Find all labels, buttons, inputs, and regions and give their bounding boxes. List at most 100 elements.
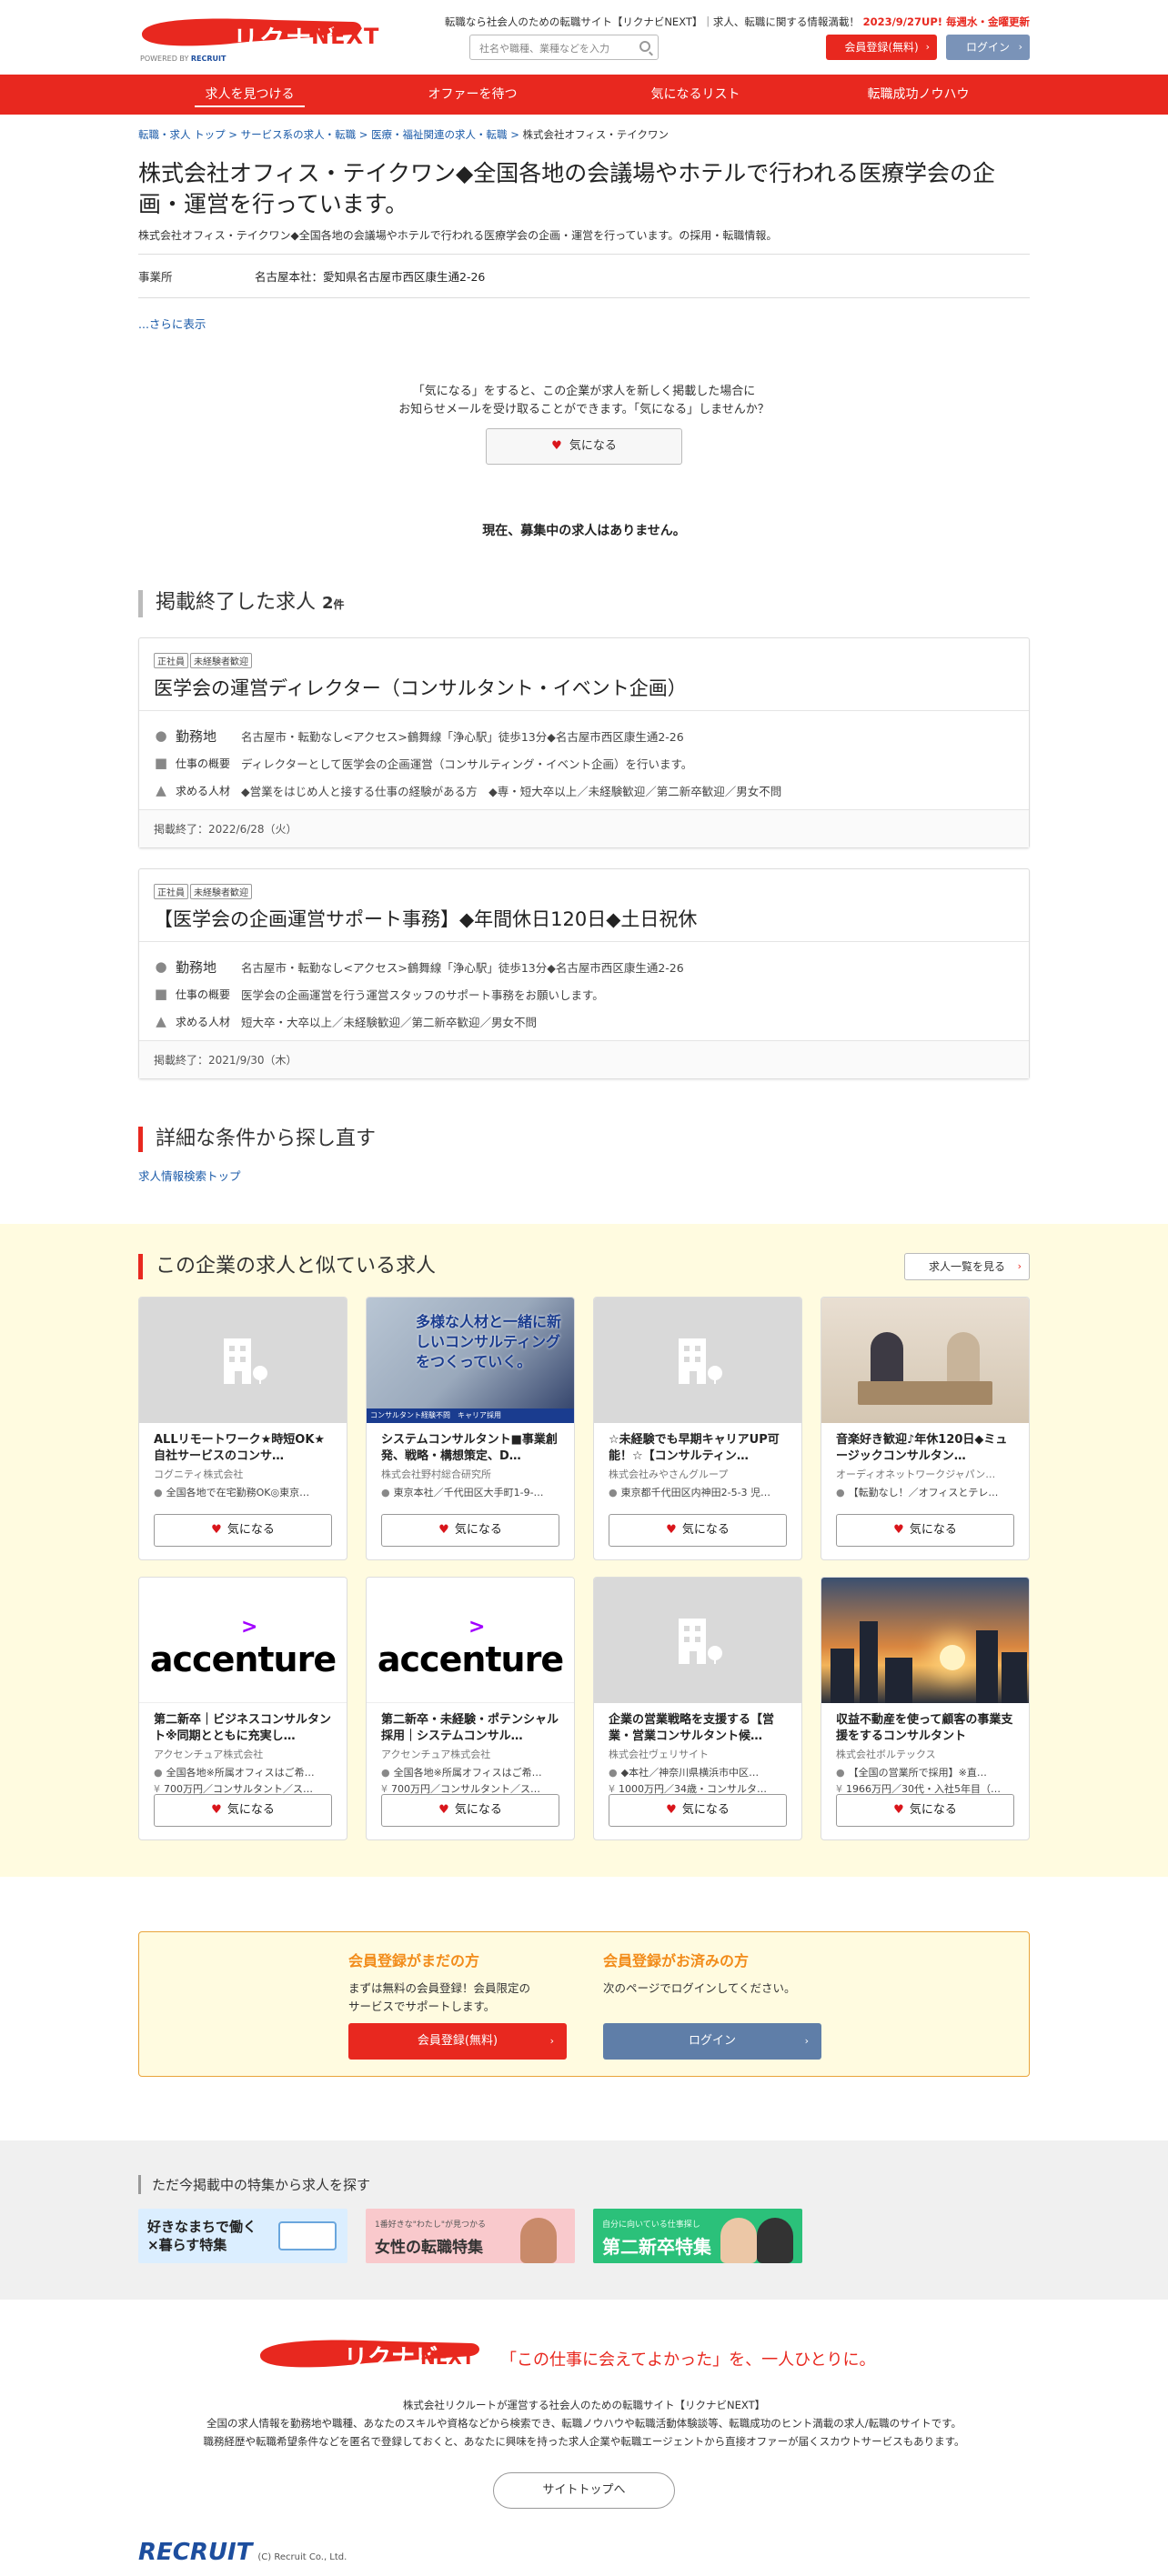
job-summary: ディレクターとして医学会の企画運営（コンサルティング・イベント企画）を行います。 [241, 757, 693, 771]
detail-search-heading: 詳細な条件から探し直す [138, 1127, 1030, 1152]
job-require-row: ▲ 求める人材 短大卒・大卒以上／未経験歓迎／第二新卒歓迎／男女不問 [154, 1007, 1014, 1035]
ended-job-card[interactable]: 正社員 未経験者歓迎 医学会の運営ディレクター（コンサルタント・イベント企画） ●… [138, 637, 1030, 848]
card-favorite-button[interactable]: ♥ 気になる [381, 1514, 559, 1547]
similar-job-card[interactable]: > accenture 第二新卒・未経験・ポテンシャル採用｜システムコンサル… ア… [366, 1577, 575, 1840]
card-title[interactable]: 第二新卒・未経験・ポテンシャル採用｜システムコンサル… [367, 1703, 574, 1745]
heart-icon: ♥ [893, 1803, 904, 1817]
favorite-button[interactable]: ♥ 気になる [486, 428, 682, 465]
heart-icon: ♥ [893, 1523, 904, 1537]
card-title[interactable]: 第二新卒｜ビジネスコンサルタント※同期とともに充実し… [139, 1703, 347, 1745]
card-location: ● 全国各地※所属オフィスはご希… [139, 1761, 347, 1781]
similar-job-card[interactable]: 企業の営業戦略を支援する【営業・営業コンサルタント候… 株式会社ヴェリサイト ●… [593, 1577, 802, 1840]
favorite-note-line2: お知らせメールを受け取ることができます。「気になる」しませんか？ [398, 403, 770, 416]
search-icon[interactable] [639, 41, 650, 52]
breadcrumb-item[interactable]: サービス系の求人・転職 [241, 128, 357, 141]
similar-job-card[interactable]: 多様な人材と一緒に新しいコンサルティングをつくっていく。 コンサルタント経験不問… [366, 1297, 575, 1560]
job-title[interactable]: 医学会の運営ディレクター（コンサルタント・イベント企画） [154, 674, 1014, 701]
job-title[interactable]: 【医学会の企画運営サポート事務】◆年間休日120日◆土日祝休 [154, 905, 1014, 932]
card-favorite-button[interactable]: ♥ 気になる [154, 1514, 332, 1547]
job-tag: 正社員 [154, 653, 188, 668]
ended-heading-text: 掲載終了した求人 [156, 591, 317, 614]
person-photo [520, 2218, 557, 2263]
ended-job-card[interactable]: 正社員 未経験者歓迎 【医学会の企画運営サポート事務】◆年間休日120日◆土日祝休… [138, 868, 1030, 1079]
main-content: 転職・求人 トップ > サービス系の求人・転職 > 医療・福祉関連の求人・転職 … [138, 127, 1030, 1184]
notice-highlight: 2023/9/27UP! 毎週水・金曜更新 [862, 15, 1030, 28]
card-thumbnail: 多様な人材と一緒に新しいコンサルティングをつくっていく。 コンサルタント経験不問… [367, 1298, 574, 1423]
building-icon [679, 1338, 722, 1384]
card-location: ● 全国各地※所属オフィスはご希… [367, 1761, 574, 1781]
similar-heading: この企業の求人と似ている求人 [138, 1254, 436, 1279]
breadcrumb-item[interactable]: 転職・求人 トップ [138, 128, 226, 141]
card-title[interactable]: システムコンサルタント■事業創発、戦略・構想策定、D… [367, 1423, 574, 1465]
feature-heading: ただ今掲載中の特集から求人を探す [138, 2175, 1030, 2194]
job-require: ◆営業をはじめ人と接する仕事の経験がある方 ◆専・短大卒以上／未経験歓迎／第二新… [241, 784, 782, 798]
similar-job-card[interactable]: 収益不動産を使って顧客の事業支援をするコンサルタント 株式会社ボルテックス ● 【… [821, 1577, 1030, 1840]
header: リクナビ NEXT POWERED BY RECRUIT 転職なら社会人のための… [138, 0, 1030, 75]
card-favorite-button[interactable]: ♥ 気になる [381, 1794, 559, 1827]
card-company: オーディオネットワークジャパン… [836, 1468, 996, 1480]
card-favorite-button[interactable]: ♥ 気になる [609, 1514, 787, 1547]
no-jobs-message: 現在、募集中の求人はありません。 [482, 524, 686, 538]
footer-logo[interactable]: リクナビ NEXT 「この仕事に会えてよかった」を、一人ひとりに。 [257, 2336, 911, 2376]
similar-jobs-section: この企業の求人と似ている求人 求人一覧を見る › ALLリモートワーク★時短OK★… [0, 1224, 1168, 1877]
banner-title: 女性の転職特集 [375, 2239, 483, 2257]
login-button[interactable]: ログイン › [946, 35, 1030, 60]
heart-icon: ♥ [211, 1803, 222, 1817]
similar-job-card[interactable]: 音楽好き歓迎♪年休120日◆ミュージックコンサルタン… オーディオネットワークジ… [821, 1297, 1030, 1560]
ended-count: 2 [322, 594, 334, 613]
nav-favorites[interactable]: 気になるリスト [584, 75, 807, 115]
card-title[interactable]: 収益不動産を使って顧客の事業支援をするコンサルタント [821, 1703, 1029, 1745]
card-title[interactable]: 企業の営業戦略を支援する【営業・営業コンサルタント候… [594, 1703, 801, 1745]
footer-line: 株式会社リクルートが運営する社会人のための転職サイト【リクナビNEXT】 [402, 2399, 766, 2411]
search-input[interactable]: 社名や職種、業種などを入力 [469, 35, 659, 60]
nav-find-jobs[interactable]: 求人を見つける [138, 75, 361, 115]
heart-icon: ♥ [666, 1803, 677, 1817]
photo-sun [940, 1645, 965, 1670]
view-list-button[interactable]: 求人一覧を見る › [904, 1253, 1030, 1280]
card-favorite-button[interactable]: ♥ 気になる [609, 1794, 787, 1827]
feature-banner-second-grad[interactable]: 自分に向いている仕事探し 第二新卒特集 [593, 2209, 802, 2263]
heart-icon: ♥ [551, 439, 562, 453]
breadcrumb-item[interactable]: 医療・福祉関連の求人・転職 [371, 128, 508, 141]
card-title[interactable]: ALLリモートワーク★時短OK★自社サービスのコンサ… [139, 1423, 347, 1465]
feature-banner-town[interactable]: 好きなまちで働く×暮らす特集 [138, 2209, 347, 2263]
accenture-logo: accenture [377, 1639, 564, 1679]
rikunabi-logo[interactable]: リクナビ NEXT POWERED BY RECRUIT [138, 15, 378, 64]
favorite-button-label: 気になる [569, 439, 617, 453]
map-pin-icon: ● [154, 1767, 163, 1779]
card-favorite-button[interactable]: ♥ 気になる [154, 1794, 332, 1827]
register-button[interactable]: 会員登録(無料) › [826, 35, 937, 60]
feature-banner-women[interactable]: 1番好きな"わたし"が見つかる 女性の転職特集 [366, 2209, 575, 2263]
site-top-button[interactable]: サイトトップへ [493, 2472, 675, 2509]
similar-job-card[interactable]: ALLリモートワーク★時短OK★自社サービスのコンサ… コグニティ株式会社 ● 全… [138, 1297, 347, 1560]
nav-knowhow[interactable]: 転職成功ノウハウ [807, 75, 1030, 115]
card-company: 株式会社野村総合研究所 [381, 1468, 491, 1480]
search-placeholder: 社名や職種、業種などを入力 [479, 43, 609, 55]
job-end-date: 掲載終了：2021/9/30（木） [139, 1041, 1029, 1078]
card-title[interactable]: ☆未経験でも早期キャリアUP可能！☆【コンサルティン… [594, 1423, 801, 1465]
card-title[interactable]: 音楽好き歓迎♪年休120日◆ミュージックコンサルタン… [821, 1423, 1029, 1465]
job-end-date: 掲載終了：2022/6/28（火） [139, 810, 1029, 847]
job-summary-row: ■ 仕事の概要 ディレクターとして医学会の企画運営（コンサルティング・イベント企画）… [154, 749, 1014, 777]
photo-skyscraper [976, 1630, 998, 1703]
job-card-top: 正社員 未経験者歓迎 医学会の運営ディレクター（コンサルタント・イベント企画） [139, 638, 1029, 711]
member-login-button[interactable]: ログイン › [603, 2023, 821, 2060]
show-more-link[interactable]: ...さらに表示 [138, 315, 1030, 332]
login-label: ログイン [965, 41, 1010, 54]
similar-job-card[interactable]: > accenture 第二新卒｜ビジネスコンサルタント※同期とともに充実し… ア… [138, 1577, 347, 1840]
map-pin-icon: ● [609, 1767, 618, 1779]
chevron-right-icon: › [804, 2035, 809, 2047]
card-favorite-button[interactable]: ♥ 気になる [836, 1514, 1014, 1547]
similar-job-card[interactable]: ☆未経験でも早期キャリアUP可能！☆【コンサルティン… 株式会社みやさんグループ… [593, 1297, 802, 1560]
footer-tagline: 「この仕事に会えてよかった」を、一人ひとりに。 [500, 2350, 876, 2370]
nav-wait-offers[interactable]: オファーを待つ [361, 75, 584, 115]
heart-icon: ♥ [438, 1523, 449, 1537]
member-register-button[interactable]: 会員登録(無料) › [348, 2023, 567, 2060]
briefcase-icon: ■ [154, 755, 168, 771]
thumbnail-caption: 多様な人材と一緒に新しいコンサルティングをつくっていく。 [416, 1313, 562, 1370]
card-favorite-button[interactable]: ♥ 気になる [836, 1794, 1014, 1827]
search-top-link[interactable]: 求人情報検索トップ [138, 1167, 1030, 1184]
person-photo [720, 2218, 757, 2263]
card-thumbnail [594, 1578, 801, 1703]
similar-header: この企業の求人と似ている求人 求人一覧を見る › [138, 1253, 1030, 1280]
